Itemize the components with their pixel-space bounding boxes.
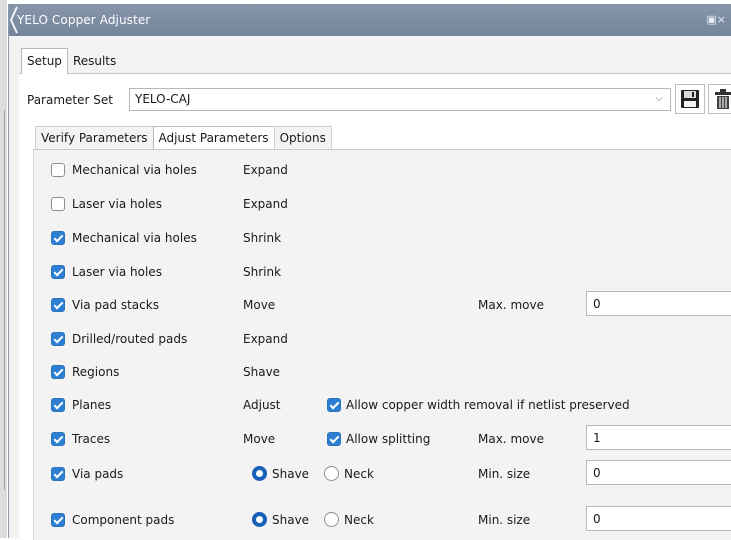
neck-label: Neck [344,467,374,481]
row-action: Expand [243,197,288,211]
window-title: YELO Copper Adjuster [17,13,151,27]
tab-adjust-parameters[interactable]: Adjust Parameters [152,126,275,149]
neck-label: Neck [344,513,374,527]
row-label: Laser via holes [72,197,162,211]
row-component-pads: Component pads Shave Neck Min. size 0 [34,506,731,533]
planes-checkbox[interactable] [51,398,65,412]
field-value: 0 [593,466,601,480]
field-value: 1 [593,431,601,445]
via-pads-neck-radio[interactable] [324,466,339,481]
row-action: Expand [243,163,288,177]
row-action: Shrink [243,265,282,279]
mechanical-via-shrink-checkbox[interactable] [51,231,65,245]
allow-copper-width-removal-checkbox[interactable] [327,398,341,412]
floppy-disk-icon [681,90,699,108]
row-label: Traces [72,432,111,446]
mechanical-via-expand-checkbox[interactable] [51,163,65,177]
row-regions: Regions Shave [34,363,731,385]
laser-via-shrink-checkbox[interactable] [51,265,65,279]
field-value: 0 [593,297,601,311]
parameter-set-value: YELO-CAJ [135,92,191,106]
row-action: Expand [243,332,288,346]
tab-verify-parameters[interactable]: Verify Parameters [35,126,154,149]
row-label: Regions [72,365,120,379]
component-pads-min-size-input[interactable]: 0 [586,506,731,531]
allow-splitting-label: Allow splitting [346,432,431,446]
title-bar[interactable]: YELO Copper Adjuster ▣× [9,4,731,36]
component-pads-checkbox[interactable] [51,513,65,527]
row-mechanical-via-expand: Mechanical via holes Expand [34,161,731,183]
row-label: Laser via holes [72,265,162,279]
row-via-pad-stacks: Via pad stacks Move Max. move 0 [34,291,731,318]
chevron-down-icon: ⌵ [655,93,663,104]
via-pads-min-size-input[interactable]: 0 [586,460,731,485]
row-planes: Planes Adjust Allow copper width removal… [34,396,731,418]
component-pads-shave-radio[interactable] [252,512,267,527]
row-laser-via-expand: Laser via holes Expand [34,195,731,217]
setup-panel: Parameter Set YELO-CAJ ⌵ Verify Paramete… [19,73,731,540]
row-label: Via pad stacks [72,298,159,312]
component-pads-neck-radio[interactable] [324,512,339,527]
via-pads-shave-radio[interactable] [252,466,267,481]
row-label: Drilled/routed pads [72,332,188,346]
via-pads-checkbox[interactable] [51,467,65,481]
row-drilled-routed-pads: Drilled/routed pads Expand [34,330,731,352]
row-label: Mechanical via holes [72,231,197,245]
max-move-label: Max. move [478,298,544,312]
row-action: Adjust [243,398,281,412]
allow-copper-width-removal-label: Allow copper width removal if netlist pr… [346,398,630,412]
adjust-parameters-panel: Mechanical via holes Expand Laser via ho… [33,149,731,540]
regions-checkbox[interactable] [51,365,65,379]
row-mechanical-via-shrink: Mechanical via holes Shrink [34,229,731,251]
row-traces: Traces Move Allow splitting Max. move 1 [34,425,731,452]
max-move-label: Max. move [478,432,544,446]
field-value: 0 [593,512,601,526]
parameter-tabs: Verify Parameters Adjust Parameters Option… [35,126,332,150]
main-tabs: Setup Results [21,48,121,74]
min-size-label: Min. size [478,467,531,481]
row-label: Component pads [72,513,175,527]
parameter-set-label: Parameter Set [27,93,113,107]
row-via-pads: Via pads Shave Neck Min. size 0 [34,460,731,487]
row-action: Move [243,432,276,446]
shave-label: Shave [272,467,310,481]
trash-icon [715,89,731,109]
allow-splitting-checkbox[interactable] [327,432,341,446]
row-action: Shave [243,365,281,379]
row-label: Mechanical via holes [72,163,197,177]
copper-adjuster-window: YELO Copper Adjuster ▣× Setup Results Par… [8,4,731,540]
save-button[interactable] [675,84,705,114]
shave-label: Shave [272,513,310,527]
laser-via-expand-checkbox[interactable] [51,197,65,211]
min-size-label: Min. size [478,513,531,527]
delete-button[interactable] [708,84,731,114]
drilled-routed-pads-checkbox[interactable] [51,332,65,346]
row-label: Via pads [72,467,124,481]
traces-checkbox[interactable] [51,432,65,446]
left-edge [0,0,7,538]
parameter-set-select[interactable]: YELO-CAJ ⌵ [129,88,671,111]
tab-results[interactable]: Results [67,48,122,73]
row-laser-via-shrink: Laser via holes Shrink [34,263,731,285]
via-pad-stacks-max-move-input[interactable]: 0 [586,291,731,316]
row-label: Planes [72,398,112,412]
edge-line [4,110,5,490]
tab-setup[interactable]: Setup [21,48,68,74]
tab-options[interactable]: Options [273,126,332,149]
row-action: Move [243,298,276,312]
via-pad-stacks-checkbox[interactable] [51,298,65,312]
traces-max-move-input[interactable]: 1 [586,425,731,450]
row-action: Shrink [243,231,282,245]
window-controls-icon[interactable]: ▣× [706,13,726,26]
